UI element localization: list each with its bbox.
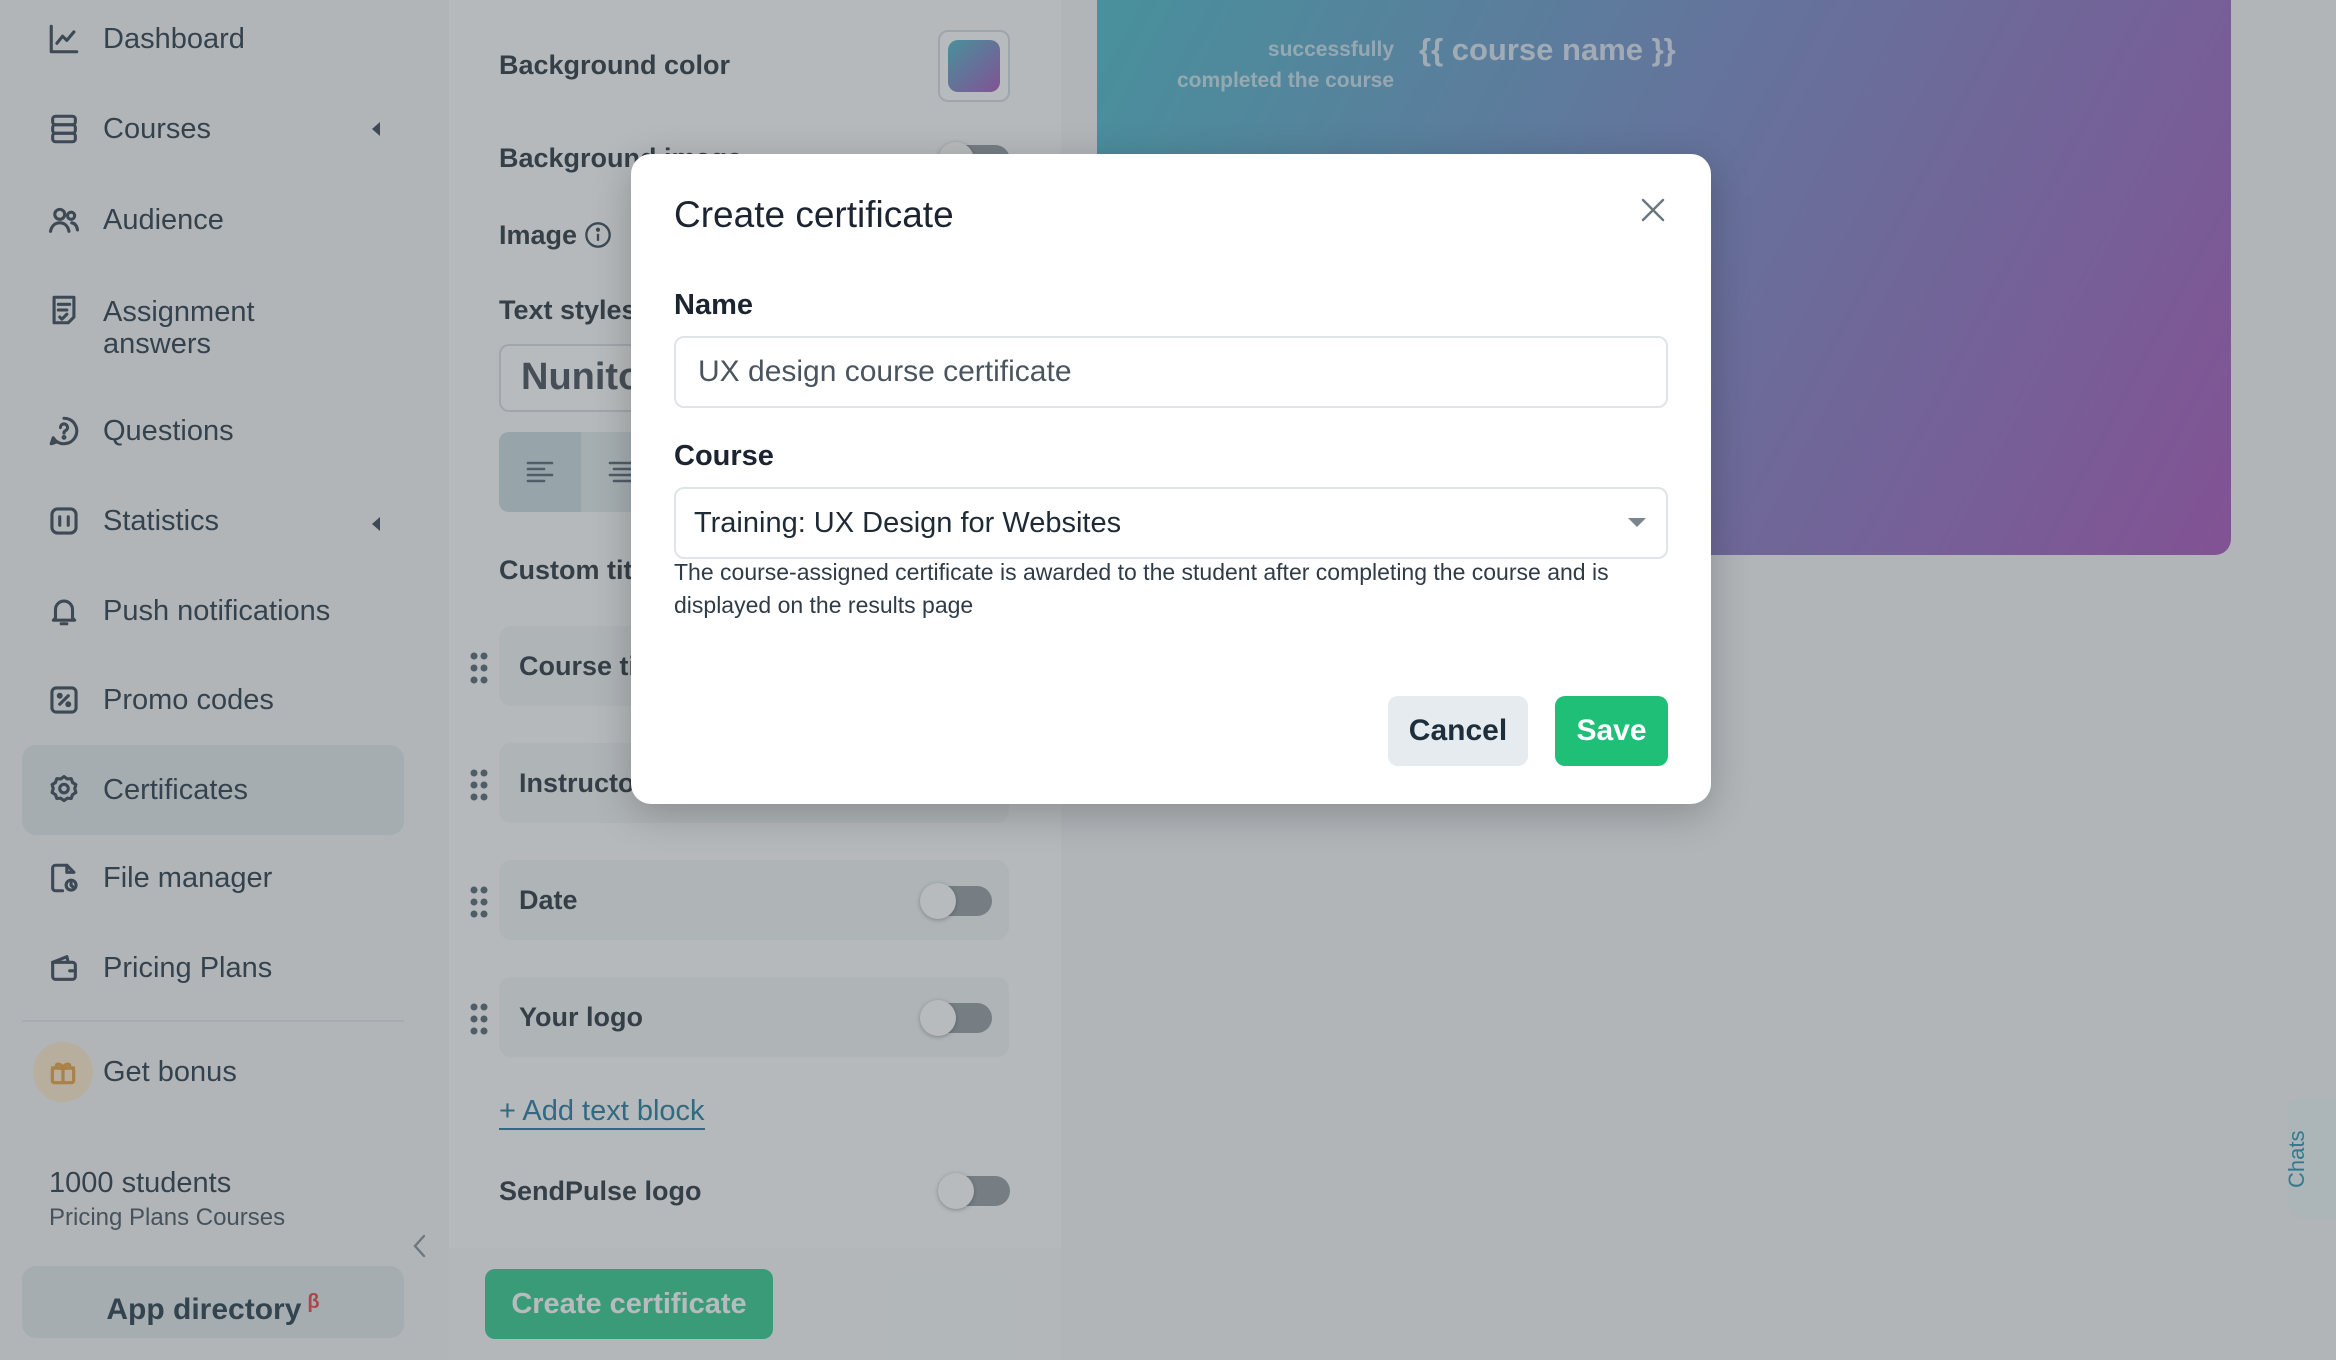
name-field-label: Name — [674, 289, 753, 321]
certificate-name-input[interactable] — [674, 336, 1668, 408]
close-icon[interactable] — [1637, 194, 1669, 226]
cancel-button[interactable]: Cancel — [1388, 696, 1528, 766]
save-button[interactable]: Save — [1555, 696, 1668, 766]
chevron-down-icon — [1628, 518, 1646, 527]
dialog-title: Create certificate — [674, 194, 954, 235]
course-select[interactable]: Training: UX Design for Websites — [674, 487, 1668, 559]
create-certificate-dialog: Create certificate Name Course Training:… — [631, 154, 1711, 804]
course-field-label: Course — [674, 440, 774, 472]
course-select-value: Training: UX Design for Websites — [694, 507, 1122, 539]
course-hint-text: The course-assigned certificate is award… — [674, 559, 1609, 618]
